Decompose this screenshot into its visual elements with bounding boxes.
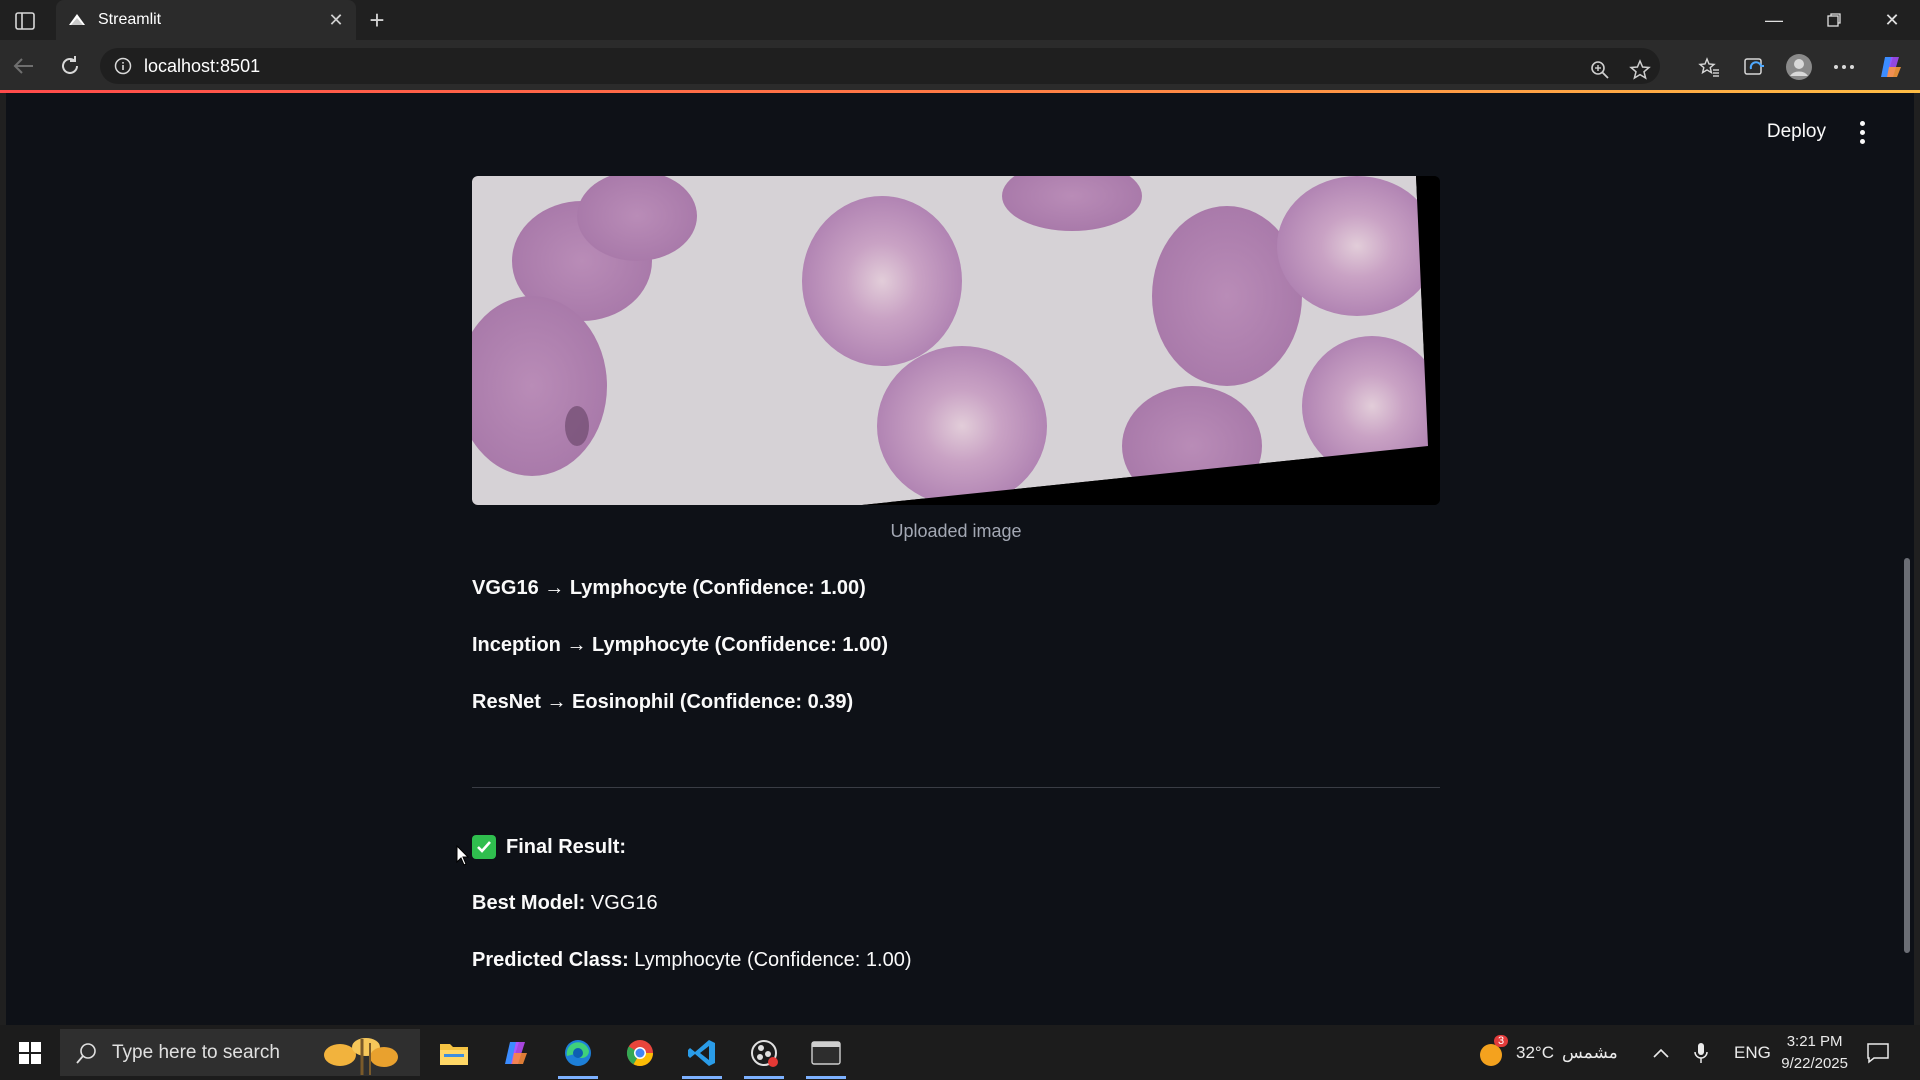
mouse-cursor-icon — [456, 845, 470, 866]
more-options-icon[interactable] — [1827, 50, 1861, 84]
deploy-button[interactable]: Deploy — [1767, 121, 1826, 143]
check-mark-icon — [472, 835, 496, 859]
url-text[interactable]: localhost:8501 — [144, 56, 260, 77]
main-menu-icon[interactable] — [1850, 115, 1874, 149]
prediction-text: Lymphocyte (Confidence: 1.00) — [569, 577, 866, 599]
new-tab-button[interactable]: + — [362, 5, 392, 35]
model-result-vgg16: VGG16 → Lymphocyte (Confidence: 1.00) — [472, 577, 866, 600]
favorite-star-icon[interactable] — [1624, 54, 1656, 86]
browser-essentials-icon[interactable] — [1737, 50, 1771, 84]
browser-toolbar: localhost:8501 — [0, 40, 1920, 92]
copilot-app-icon[interactable] — [490, 1031, 542, 1075]
clock-date: 9/22/2025 — [1781, 1055, 1848, 1072]
streamlit-logo-icon — [68, 11, 86, 29]
arrow: → — [566, 634, 587, 656]
copilot-icon[interactable] — [1874, 50, 1908, 84]
weather-badge: 3 — [1494, 1034, 1509, 1047]
back-icon[interactable] — [6, 48, 42, 84]
edge-browser-icon[interactable] — [552, 1031, 604, 1079]
best-model-line: Best Model: VGG16 — [472, 892, 658, 915]
terminal-icon[interactable] — [800, 1031, 852, 1079]
best-model-value: VGG16 — [590, 892, 658, 914]
system-clock[interactable]: 3:21 PM 9/22/2025 — [1781, 1031, 1848, 1075]
refresh-icon[interactable] — [52, 48, 88, 84]
streamlit-app: Deploy Uploaded image VGG16 → Lymphocyte… — [6, 93, 1914, 1025]
restore-icon[interactable] — [1806, 0, 1862, 40]
weather-temp: 32°C — [1516, 1042, 1554, 1062]
notifications-icon[interactable] — [1866, 1025, 1890, 1080]
site-info-icon[interactable] — [112, 55, 134, 77]
prediction-text: Eosinophil (Confidence: 0.39) — [572, 691, 854, 713]
minimize-icon[interactable]: — — [1746, 0, 1802, 40]
browser-tab[interactable]: Streamlit ✕ — [56, 0, 356, 40]
chrome-icon[interactable] — [614, 1031, 666, 1075]
close-window-icon[interactable]: ✕ — [1864, 0, 1920, 40]
uploaded-image — [472, 176, 1440, 505]
language-indicator[interactable]: ENG — [1734, 1025, 1771, 1080]
favorites-icon[interactable] — [1692, 50, 1726, 84]
best-model-label: Best Model: — [472, 892, 586, 914]
predicted-class-value: Lymphocyte (Confidence: 1.00) — [634, 949, 912, 971]
tab-actions-icon[interactable] — [10, 8, 40, 34]
file-explorer-icon[interactable] — [428, 1031, 480, 1075]
taskbar-search[interactable]: Type here to search — [60, 1029, 420, 1076]
model-name: Inception — [472, 634, 561, 656]
windows-start-icon[interactable] — [10, 1033, 50, 1073]
obs-studio-icon[interactable] — [738, 1031, 790, 1079]
weather-condition: مشمس — [1561, 1042, 1618, 1062]
windows-taskbar: Type here to search 3 32°C مشمس ENG 3:21… — [0, 1025, 1920, 1080]
model-name: ResNet — [472, 691, 541, 713]
predicted-class-label: Predicted Class: — [472, 949, 629, 971]
scrollbar[interactable] — [1904, 558, 1910, 953]
image-caption: Uploaded image — [890, 521, 1022, 541]
profile-avatar-icon[interactable] — [1782, 50, 1816, 84]
arrow: → — [546, 691, 567, 713]
sun-icon: 3 — [1478, 1034, 1509, 1067]
model-name: VGG16 — [472, 577, 539, 599]
search-highlight-icon — [318, 1031, 414, 1075]
model-result-resnet: ResNet → Eosinophil (Confidence: 0.39) — [472, 691, 853, 714]
arrow: → — [544, 577, 565, 599]
predicted-class-line: Predicted Class: Lymphocyte (Confidence:… — [472, 949, 911, 972]
final-result-heading: Final Result: — [472, 835, 626, 859]
browser-titlebar: Streamlit ✕ + — ✕ — [0, 0, 1920, 40]
section-divider — [472, 787, 1440, 788]
prediction-text: Lymphocyte (Confidence: 1.00) — [592, 634, 888, 656]
model-result-inception: Inception → Lymphocyte (Confidence: 1.00… — [472, 634, 888, 657]
tab-title: Streamlit — [98, 11, 162, 28]
microphone-icon[interactable] — [1694, 1025, 1708, 1080]
search-icon — [76, 1042, 98, 1064]
zoom-icon[interactable] — [1584, 54, 1616, 86]
weather-widget[interactable]: 3 32°C مشمس — [1478, 1025, 1618, 1080]
search-placeholder: Type here to search — [112, 1041, 280, 1063]
show-hidden-icons-icon[interactable] — [1652, 1025, 1670, 1080]
vscode-icon[interactable] — [676, 1031, 728, 1079]
address-bar[interactable]: localhost:8501 — [100, 48, 1660, 84]
final-result-title: Final Result: — [506, 835, 627, 858]
close-tab-icon[interactable]: ✕ — [322, 6, 350, 34]
clock-time: 3:21 PM — [1786, 1033, 1843, 1050]
